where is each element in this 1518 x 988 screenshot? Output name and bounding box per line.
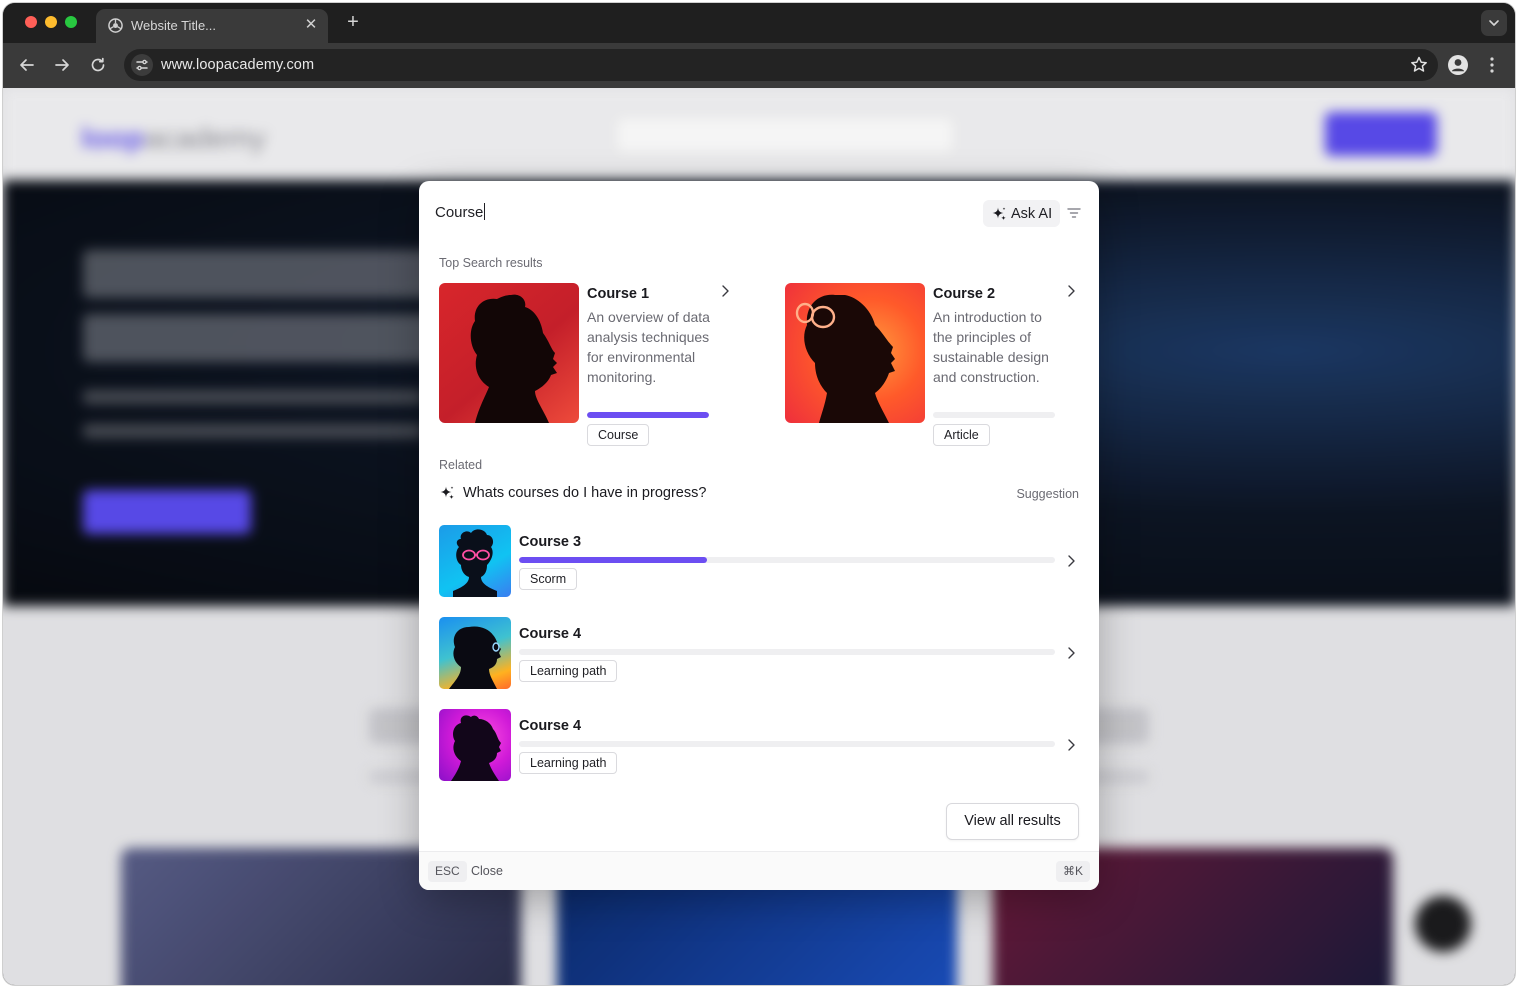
silhouette-portrait-icon [451, 715, 501, 781]
forward-arrow-icon[interactable] [51, 54, 73, 76]
progress-fill [587, 412, 709, 418]
shortcut-key-hint: ⌘K [1055, 861, 1090, 882]
chevron-right-icon[interactable] [717, 283, 733, 299]
top-result-description: An overview of data analysis techniques … [587, 309, 710, 385]
tab-title: Website Title... [131, 18, 217, 33]
course-progress-bar [519, 557, 1055, 563]
progress-fill [519, 557, 707, 563]
minimize-window-button[interactable] [45, 16, 57, 28]
course-thumbnail [439, 283, 579, 423]
site-info-button[interactable] [131, 54, 153, 76]
search-input[interactable]: Course [435, 203, 486, 221]
more-menu-icon[interactable] [1481, 54, 1503, 76]
tab-close-icon[interactable]: ✕ [302, 15, 320, 35]
related-result-title: Course 4 [519, 718, 582, 734]
maximize-window-button[interactable] [65, 16, 77, 28]
profile-avatar-icon[interactable] [1447, 54, 1469, 76]
filter-icon[interactable] [1066, 205, 1082, 221]
text-caret [484, 203, 486, 220]
top-result-description: An introduction to the principles of sus… [933, 309, 1049, 385]
related-result-item[interactable]: Course 4 Learning path [439, 617, 1079, 689]
search-row: Course Ask AI [419, 181, 1099, 245]
address-bar[interactable]: www.loopacademy.com [124, 49, 1438, 81]
related-heading: Related [439, 458, 483, 472]
sparkle-icon [440, 486, 454, 500]
browser-tab[interactable]: Website Title... ✕ [96, 9, 328, 43]
silhouette-portrait-icon [449, 626, 501, 689]
top-result-title: Course 2 [933, 286, 996, 302]
silhouette-portrait-icon [470, 294, 557, 423]
tune-icon [136, 59, 148, 71]
ask-ai-button[interactable]: Ask AI [983, 200, 1061, 227]
close-label[interactable]: Close [471, 864, 503, 878]
course-progress-bar [933, 412, 1055, 418]
chevron-right-icon[interactable] [1063, 283, 1079, 299]
browser-toolbar: www.loopacademy.com [3, 43, 1515, 88]
silhouette-portrait-icon [795, 294, 895, 423]
top-result-card[interactable]: Course 2 An introduction to the principl… [785, 283, 1081, 448]
course-progress-bar [519, 741, 1055, 747]
ask-ai-label: Ask AI [1011, 205, 1053, 222]
suggestion-tag: Suggestion [1016, 487, 1079, 501]
tab-search-button[interactable] [1481, 10, 1507, 36]
course-thumbnail [439, 525, 511, 597]
related-result-item[interactable]: Course 4 Learning path [439, 709, 1079, 781]
ai-suggestion-row[interactable]: Whats courses do I have in progress? Sug… [439, 483, 1079, 505]
course-progress-bar [519, 649, 1055, 655]
related-result-title: Course 4 [519, 626, 582, 642]
reload-icon[interactable] [87, 54, 109, 76]
chevron-right-icon[interactable] [1063, 737, 1079, 753]
chevron-right-icon[interactable] [1063, 645, 1079, 661]
tab-strip: Website Title... ✕ + [3, 3, 1515, 43]
course-progress-bar [587, 412, 709, 418]
search-palette: Course Ask AI Top Search results Course … [419, 181, 1099, 890]
view-all-results-button[interactable]: View all results [946, 803, 1079, 840]
course-thumbnail [439, 709, 511, 781]
back-arrow-icon[interactable] [16, 54, 38, 76]
content-type-badge: Article [933, 424, 990, 446]
silhouette-portrait-icon [453, 529, 497, 597]
new-tab-button[interactable]: + [343, 11, 363, 33]
bookmark-star-icon[interactable] [1408, 54, 1430, 76]
suggestion-text: Whats courses do I have in progress? [463, 485, 707, 501]
esc-key-hint[interactable]: ESC [428, 861, 467, 882]
course-thumbnail [785, 283, 925, 423]
sparkle-icon [992, 206, 1006, 220]
top-result-title: Course 1 [587, 286, 650, 302]
related-result-item[interactable]: Course 3 Scorm [439, 525, 1079, 597]
close-window-button[interactable] [25, 16, 37, 28]
related-result-title: Course 3 [519, 534, 582, 550]
top-result-card[interactable]: Course 1 An overview of data analysis te… [439, 283, 735, 448]
top-results-heading: Top Search results [439, 256, 543, 270]
content-type-badge: Learning path [519, 752, 618, 774]
content-type-badge: Course [587, 424, 650, 446]
course-thumbnail [439, 617, 511, 689]
chrome-icon [108, 18, 123, 33]
content-type-badge: Learning path [519, 660, 618, 682]
chevron-down-icon [1489, 20, 1499, 26]
palette-footer: ESC Close ⌘K [419, 851, 1099, 890]
chevron-right-icon[interactable] [1063, 553, 1079, 569]
content-type-badge: Scorm [519, 568, 578, 590]
url-text: www.loopacademy.com [161, 57, 315, 73]
